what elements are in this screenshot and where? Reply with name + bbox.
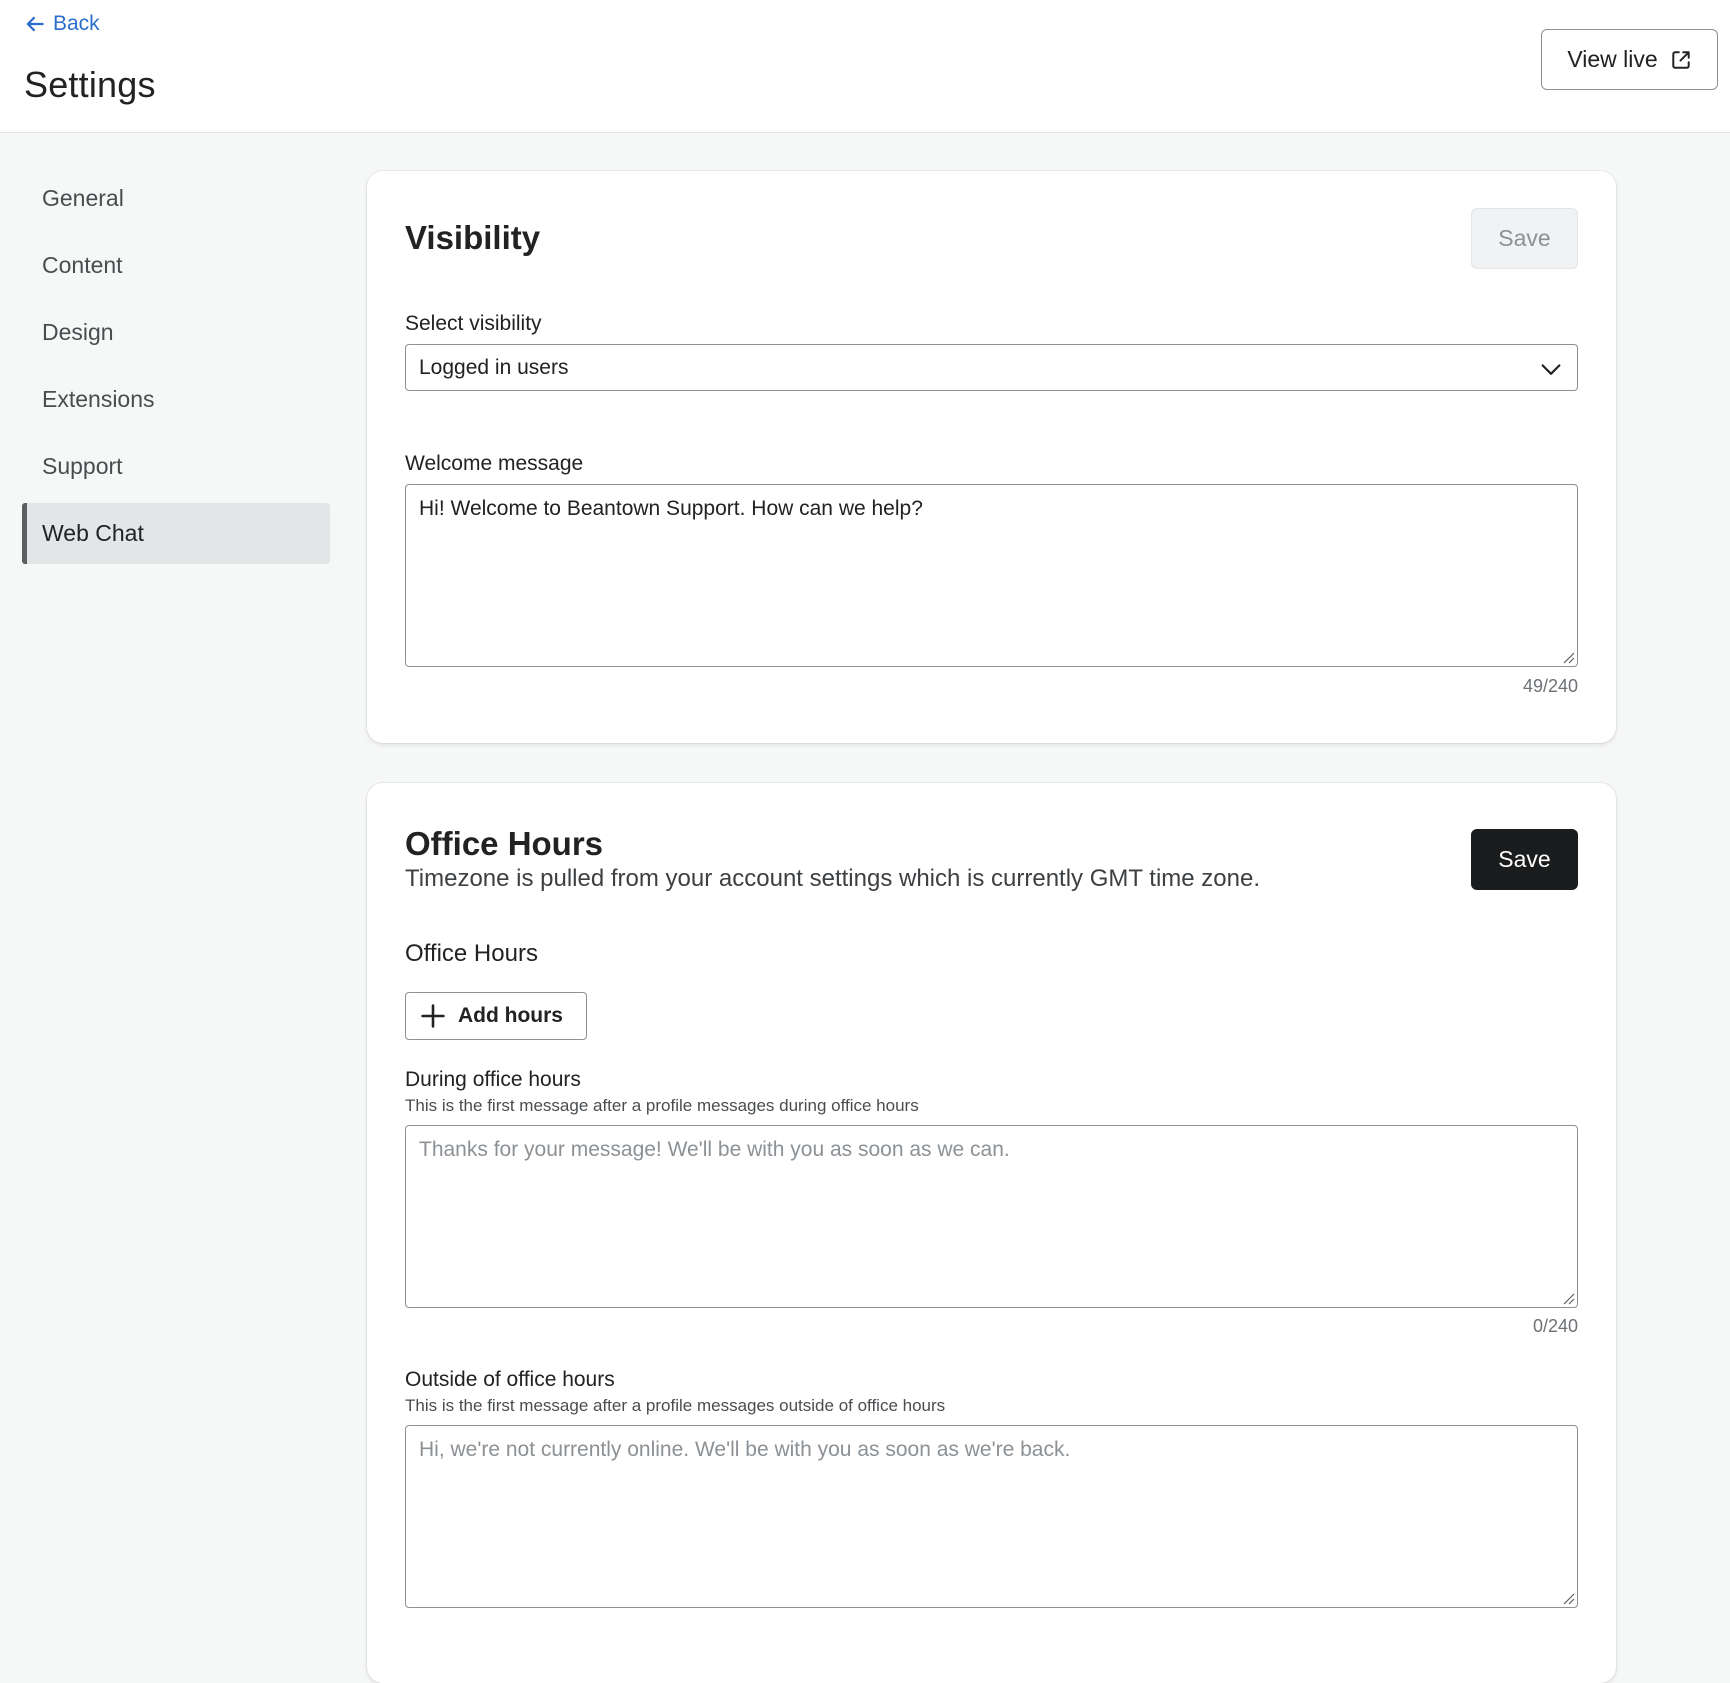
sidebar-item-label: Content [42,252,123,278]
view-live-label: View live [1567,46,1658,72]
outside-office-hours-textarea[interactable]: Hi, we're not currently online. We'll be… [405,1425,1578,1608]
sidebar-item-label: Support [42,453,123,479]
sidebar-item-label: General [42,185,124,211]
page-header: Back Settings View live [0,0,1730,133]
sidebar-item-content[interactable]: Content [22,235,330,296]
sidebar-item-support[interactable]: Support [22,436,330,497]
during-office-hours-label: During office hours [405,1068,581,1091]
during-office-hours-help: This is the first message after a profil… [405,1096,919,1115]
visibility-select-value: Logged in users [419,355,569,379]
resize-grip-icon[interactable] [1561,1591,1575,1605]
sidebar-item-label: Web Chat [42,520,144,546]
select-visibility-label: Select visibility [405,312,542,335]
plus-icon [421,1004,445,1028]
visibility-select[interactable]: Logged in users [405,344,1578,391]
office-hours-subtitle: Timezone is pulled from your account set… [405,865,1260,892]
sidebar-item-general[interactable]: General [22,168,330,229]
welcome-message-counter: 49/240 [1522,676,1578,696]
visibility-title: Visibility [405,219,541,256]
add-hours-label: Add hours [458,1004,563,1027]
outside-office-hours-label: Outside of office hours [405,1368,615,1391]
outside-office-hours-help: This is the first message after a profil… [405,1396,946,1415]
sidebar-item-design[interactable]: Design [22,302,330,363]
sidebar-item-web-chat[interactable]: Web Chat [22,503,330,564]
resize-grip-icon[interactable] [1561,1291,1575,1305]
office-hours-title: Office Hours [405,825,604,862]
back-link[interactable]: Back [24,12,100,36]
visibility-card: Visibility Save Select visibility Logged… [367,171,1616,743]
back-label: Back [53,12,100,35]
visibility-save-button[interactable]: Save [1471,208,1578,269]
resize-grip-icon[interactable] [1561,650,1575,664]
chevron-down-icon [1541,364,1561,375]
sidebar-item-label: Extensions [42,386,155,412]
welcome-message-label: Welcome message [405,452,584,475]
welcome-message-value: Hi! Welcome to Beantown Support. How can… [419,497,923,520]
during-office-hours-counter: 0/240 [1532,1316,1578,1336]
add-hours-button[interactable]: Add hours [405,992,587,1040]
during-office-hours-textarea[interactable]: Thanks for your message! We'll be with y… [405,1125,1578,1308]
view-live-button[interactable]: View live [1541,29,1718,90]
external-link-icon [1671,50,1690,69]
welcome-message-textarea[interactable]: Hi! Welcome to Beantown Support. How can… [405,484,1578,667]
office-hours-save-button[interactable]: Save [1471,829,1578,890]
office-hours-card: Office Hours Timezone is pulled from you… [367,783,1616,1683]
office-hours-section-label: Office Hours [405,940,538,967]
settings-sidebar: General Content Design Extensions Suppor… [22,168,330,570]
during-office-hours-placeholder: Thanks for your message! We'll be with y… [419,1138,1010,1161]
sidebar-item-label: Design [42,319,114,345]
outside-office-hours-placeholder: Hi, we're not currently online. We'll be… [419,1438,1071,1461]
arrow-left-icon [26,16,44,32]
sidebar-item-extensions[interactable]: Extensions [22,369,330,430]
page-title: Settings [24,64,156,105]
